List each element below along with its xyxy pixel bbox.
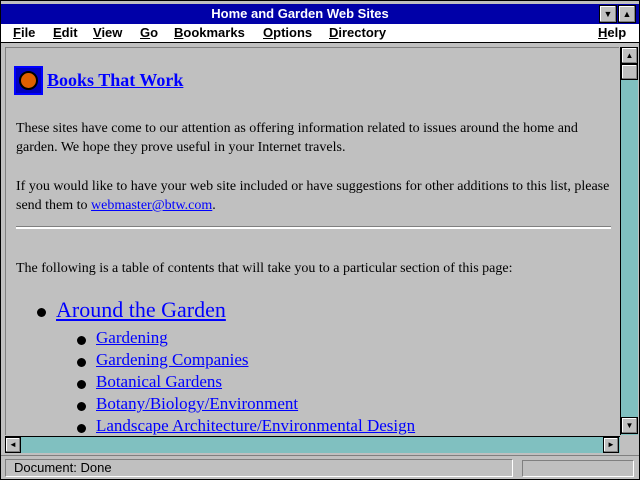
bullet-icon bbox=[77, 402, 86, 411]
menu-bookmarks[interactable]: Bookmarks bbox=[174, 25, 245, 41]
vertical-scroll-thumb[interactable] bbox=[621, 64, 638, 80]
toc-link-botanical-gardens[interactable]: Botanical Gardens bbox=[96, 372, 222, 392]
scrollbar-corner bbox=[620, 436, 638, 453]
books-that-work-logo-icon[interactable] bbox=[14, 66, 43, 95]
heading-link[interactable]: Books That Work bbox=[47, 70, 183, 91]
menu-directory[interactable]: Directory bbox=[329, 25, 386, 41]
scroll-up-arrow-icon[interactable]: ▲ bbox=[621, 47, 638, 64]
vertical-scrollbar[interactable]: ▲ ▼ bbox=[620, 47, 638, 435]
toc-link-landscape-architecture[interactable]: Landscape Architecture/Environmental Des… bbox=[96, 416, 415, 435]
progress-indicator bbox=[522, 460, 634, 477]
scroll-down-arrow-icon[interactable]: ▼ bbox=[621, 417, 638, 434]
menu-edit[interactable]: Edit bbox=[53, 25, 78, 41]
page-content: Books That Work These sites have come to… bbox=[5, 47, 619, 435]
bullet-icon bbox=[77, 358, 86, 367]
scroll-right-arrow-icon[interactable]: ► bbox=[603, 437, 619, 453]
menu-options[interactable]: Options bbox=[263, 25, 312, 41]
toc-intro: The following is a table of contents tha… bbox=[16, 261, 513, 276]
status-bar: Document: Done bbox=[1, 455, 639, 479]
toc-link-gardening[interactable]: Gardening bbox=[96, 328, 168, 348]
menu-go[interactable]: Go bbox=[140, 25, 158, 41]
scroll-left-arrow-icon[interactable]: ◄ bbox=[5, 437, 21, 453]
menu-file[interactable]: File bbox=[13, 25, 35, 41]
menu-help[interactable]: Help bbox=[598, 25, 626, 41]
gear-icon bbox=[19, 71, 38, 90]
menu-view[interactable]: View bbox=[93, 25, 122, 41]
window-title: Home and Garden Web Sites bbox=[211, 6, 389, 21]
bullet-icon bbox=[37, 308, 46, 317]
maximize-button[interactable]: ▲ bbox=[618, 5, 636, 23]
intro-paragraph: These sites have come to our attention a… bbox=[16, 121, 578, 155]
menu-bar: File Edit View Go Bookmarks Options Dire… bbox=[1, 24, 639, 43]
submit-paragraph: If you would like to have your web site … bbox=[16, 179, 610, 213]
status-text: Document: Done bbox=[5, 459, 513, 477]
minimize-button[interactable]: ▼ bbox=[599, 5, 617, 23]
horizontal-scrollbar[interactable]: ◄ ► bbox=[5, 436, 620, 453]
browser-window: Home and Garden Web Sites ▼ ▲ File Edit … bbox=[0, 0, 640, 480]
toc-link-botany-biology-environment[interactable]: Botany/Biology/Environment bbox=[96, 394, 298, 414]
toc-link-gardening-companies[interactable]: Gardening Companies bbox=[96, 350, 249, 370]
webmaster-email-link[interactable]: webmaster@btw.com bbox=[91, 198, 212, 213]
bullet-icon bbox=[77, 336, 86, 345]
title-bar: Home and Garden Web Sites ▼ ▲ bbox=[1, 4, 639, 24]
bullet-icon bbox=[77, 380, 86, 389]
horizontal-rule bbox=[16, 226, 611, 229]
toc-section-link[interactable]: Around the Garden bbox=[56, 297, 226, 323]
bullet-icon bbox=[77, 424, 86, 433]
